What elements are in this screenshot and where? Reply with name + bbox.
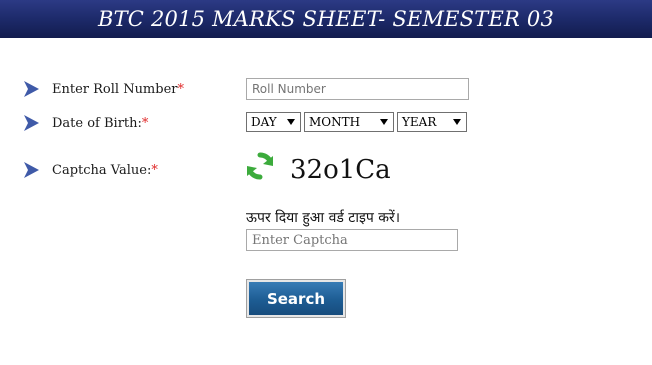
- captcha-value: 32o1Ca: [290, 155, 391, 185]
- captcha-label: Captcha Value:*: [52, 162, 158, 178]
- page-header: BTC 2015 MARKS SHEET- SEMESTER 03: [0, 0, 652, 38]
- captcha-input[interactable]: [246, 229, 458, 251]
- dob-month-value: MONTH: [309, 115, 361, 129]
- chevron-down-icon: [287, 119, 295, 125]
- dob-year-value: YEAR: [402, 115, 437, 129]
- arrow-bullet-icon: [24, 162, 39, 178]
- roll-number-row: Enter Roll Number*: [24, 79, 184, 99]
- dob-row: Date of Birth:*: [24, 113, 148, 133]
- page-title: BTC 2015 MARKS SHEET- SEMESTER 03: [97, 7, 555, 31]
- arrow-bullet-icon: [24, 81, 39, 97]
- chevron-down-icon: [453, 119, 461, 125]
- dob-month-select[interactable]: MONTH: [304, 112, 394, 132]
- roll-number-input[interactable]: [246, 78, 469, 100]
- chevron-down-icon: [380, 119, 388, 125]
- dob-year-select[interactable]: YEAR: [397, 112, 467, 132]
- captcha-row: Captcha Value:*: [24, 160, 158, 180]
- search-button[interactable]: Search: [246, 279, 346, 318]
- roll-number-label: Enter Roll Number*: [52, 81, 184, 97]
- refresh-icon[interactable]: [246, 152, 274, 180]
- arrow-bullet-icon: [24, 115, 39, 131]
- captcha-hint: ऊपर दिया हुआ वर्ड टाइप करें।: [246, 210, 401, 226]
- dob-day-value: DAY: [251, 115, 277, 129]
- dob-label: Date of Birth:*: [52, 115, 149, 131]
- dob-day-select[interactable]: DAY: [246, 112, 301, 132]
